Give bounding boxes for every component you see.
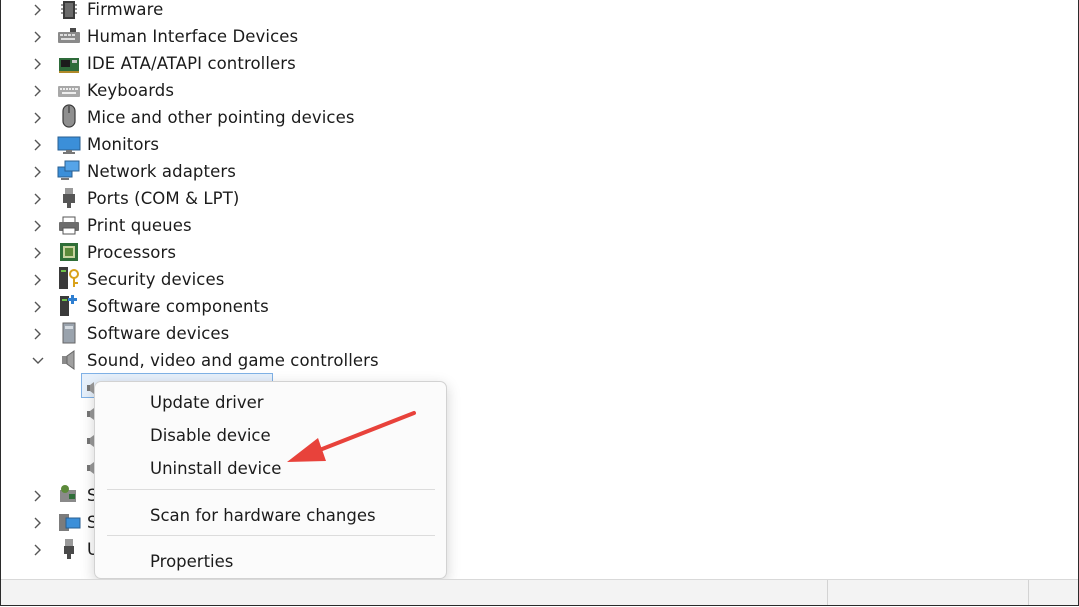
tree-item-monitors[interactable]: Monitors xyxy=(1,131,601,158)
speaker-icon xyxy=(57,349,81,371)
chevron-right-icon[interactable] xyxy=(30,29,46,45)
usb-icon xyxy=(57,538,81,560)
tree-item-label: Firmware xyxy=(87,0,164,19)
chevron-right-icon[interactable] xyxy=(30,488,46,504)
menu-item-disable-device[interactable]: Disable device xyxy=(150,425,271,447)
chevron-right-icon[interactable] xyxy=(30,83,46,99)
chevron-right-icon[interactable] xyxy=(30,191,46,207)
tree-item-label: IDE ATA/ATAPI controllers xyxy=(87,54,296,73)
chevron-right-icon[interactable] xyxy=(30,299,46,315)
chevron-right-icon[interactable] xyxy=(30,272,46,288)
chevron-down-icon[interactable] xyxy=(30,353,46,369)
software-device-icon xyxy=(57,322,81,344)
tree-item-label: Keyboards xyxy=(87,81,175,100)
tree-item-processors[interactable]: Processors xyxy=(1,239,601,266)
keyboard-icon xyxy=(57,80,81,102)
menu-item-update-driver[interactable]: Update driver xyxy=(150,392,264,414)
chevron-right-icon[interactable] xyxy=(30,110,46,126)
firmware-icon xyxy=(57,0,81,21)
tree-item-label: Print queues xyxy=(87,216,192,235)
storage-controller-icon xyxy=(57,484,81,506)
tree-item-sound-video-game-controllers[interactable]: Sound, video and game controllers xyxy=(1,347,601,374)
menu-separator xyxy=(107,535,435,536)
tree-item-keyboards[interactable]: Keyboards xyxy=(1,77,601,104)
chevron-right-icon[interactable] xyxy=(30,515,46,531)
chevron-right-icon[interactable] xyxy=(30,218,46,234)
system-device-icon xyxy=(57,511,81,533)
software-component-icon xyxy=(57,294,81,316)
network-adapter-icon xyxy=(57,160,81,182)
menu-item-properties[interactable]: Properties xyxy=(150,551,233,573)
security-device-icon xyxy=(57,267,81,289)
tree-item-ports[interactable]: Ports (COM & LPT) xyxy=(1,185,601,212)
context-menu: Update driver Disable device Uninstall d… xyxy=(94,381,447,579)
printer-icon xyxy=(57,215,81,237)
hid-icon xyxy=(57,26,81,48)
tree-item-ide-controllers[interactable]: IDE ATA/ATAPI controllers xyxy=(1,50,601,77)
chevron-right-icon[interactable] xyxy=(30,2,46,18)
menu-separator xyxy=(107,489,435,490)
chevron-right-icon[interactable] xyxy=(30,245,46,261)
tree-item-software-components[interactable]: Software components xyxy=(1,293,601,320)
tree-item-label: Human Interface Devices xyxy=(87,27,299,46)
menu-item-scan-hardware-changes[interactable]: Scan for hardware changes xyxy=(150,505,376,527)
tree-item-security-devices[interactable]: Security devices xyxy=(1,266,601,293)
monitor-icon xyxy=(57,134,81,156)
port-icon xyxy=(57,187,81,209)
mouse-icon xyxy=(57,104,81,128)
tree-item-human-interface-devices[interactable]: Human Interface Devices xyxy=(1,23,601,50)
tree-item-network-adapters[interactable]: Network adapters xyxy=(1,158,601,185)
processor-icon xyxy=(57,241,81,263)
menu-item-uninstall-device[interactable]: Uninstall device xyxy=(150,458,281,480)
ide-controller-icon xyxy=(57,53,81,75)
tree-item-label: Software devices xyxy=(87,324,230,343)
tree-item-label: Monitors xyxy=(87,135,160,154)
status-divider xyxy=(1028,580,1029,605)
chevron-right-icon[interactable] xyxy=(30,326,46,342)
chevron-right-icon[interactable] xyxy=(30,137,46,153)
chevron-right-icon[interactable] xyxy=(30,56,46,72)
tree-item-label: Security devices xyxy=(87,270,225,289)
tree-item-label: Processors xyxy=(87,243,177,262)
tree-item-label: Ports (COM & LPT) xyxy=(87,189,240,208)
tree-item-label: Mice and other pointing devices xyxy=(87,108,355,127)
tree-item-label: Sound, video and game controllers xyxy=(87,351,379,370)
tree-item-mice[interactable]: Mice and other pointing devices xyxy=(1,104,601,131)
tree-item-firmware[interactable]: Firmware xyxy=(1,0,601,23)
status-bar xyxy=(1,579,1078,605)
status-divider xyxy=(827,580,828,605)
tree-item-software-devices[interactable]: Software devices xyxy=(1,320,601,347)
tree-item-label: Network adapters xyxy=(87,162,236,181)
chevron-right-icon[interactable] xyxy=(30,542,46,558)
tree-item-print-queues[interactable]: Print queues xyxy=(1,212,601,239)
device-manager-window: Firmware Human Interface Devices IDE ATA… xyxy=(0,0,1079,606)
chevron-right-icon[interactable] xyxy=(30,164,46,180)
tree-item-label: Software components xyxy=(87,297,269,316)
